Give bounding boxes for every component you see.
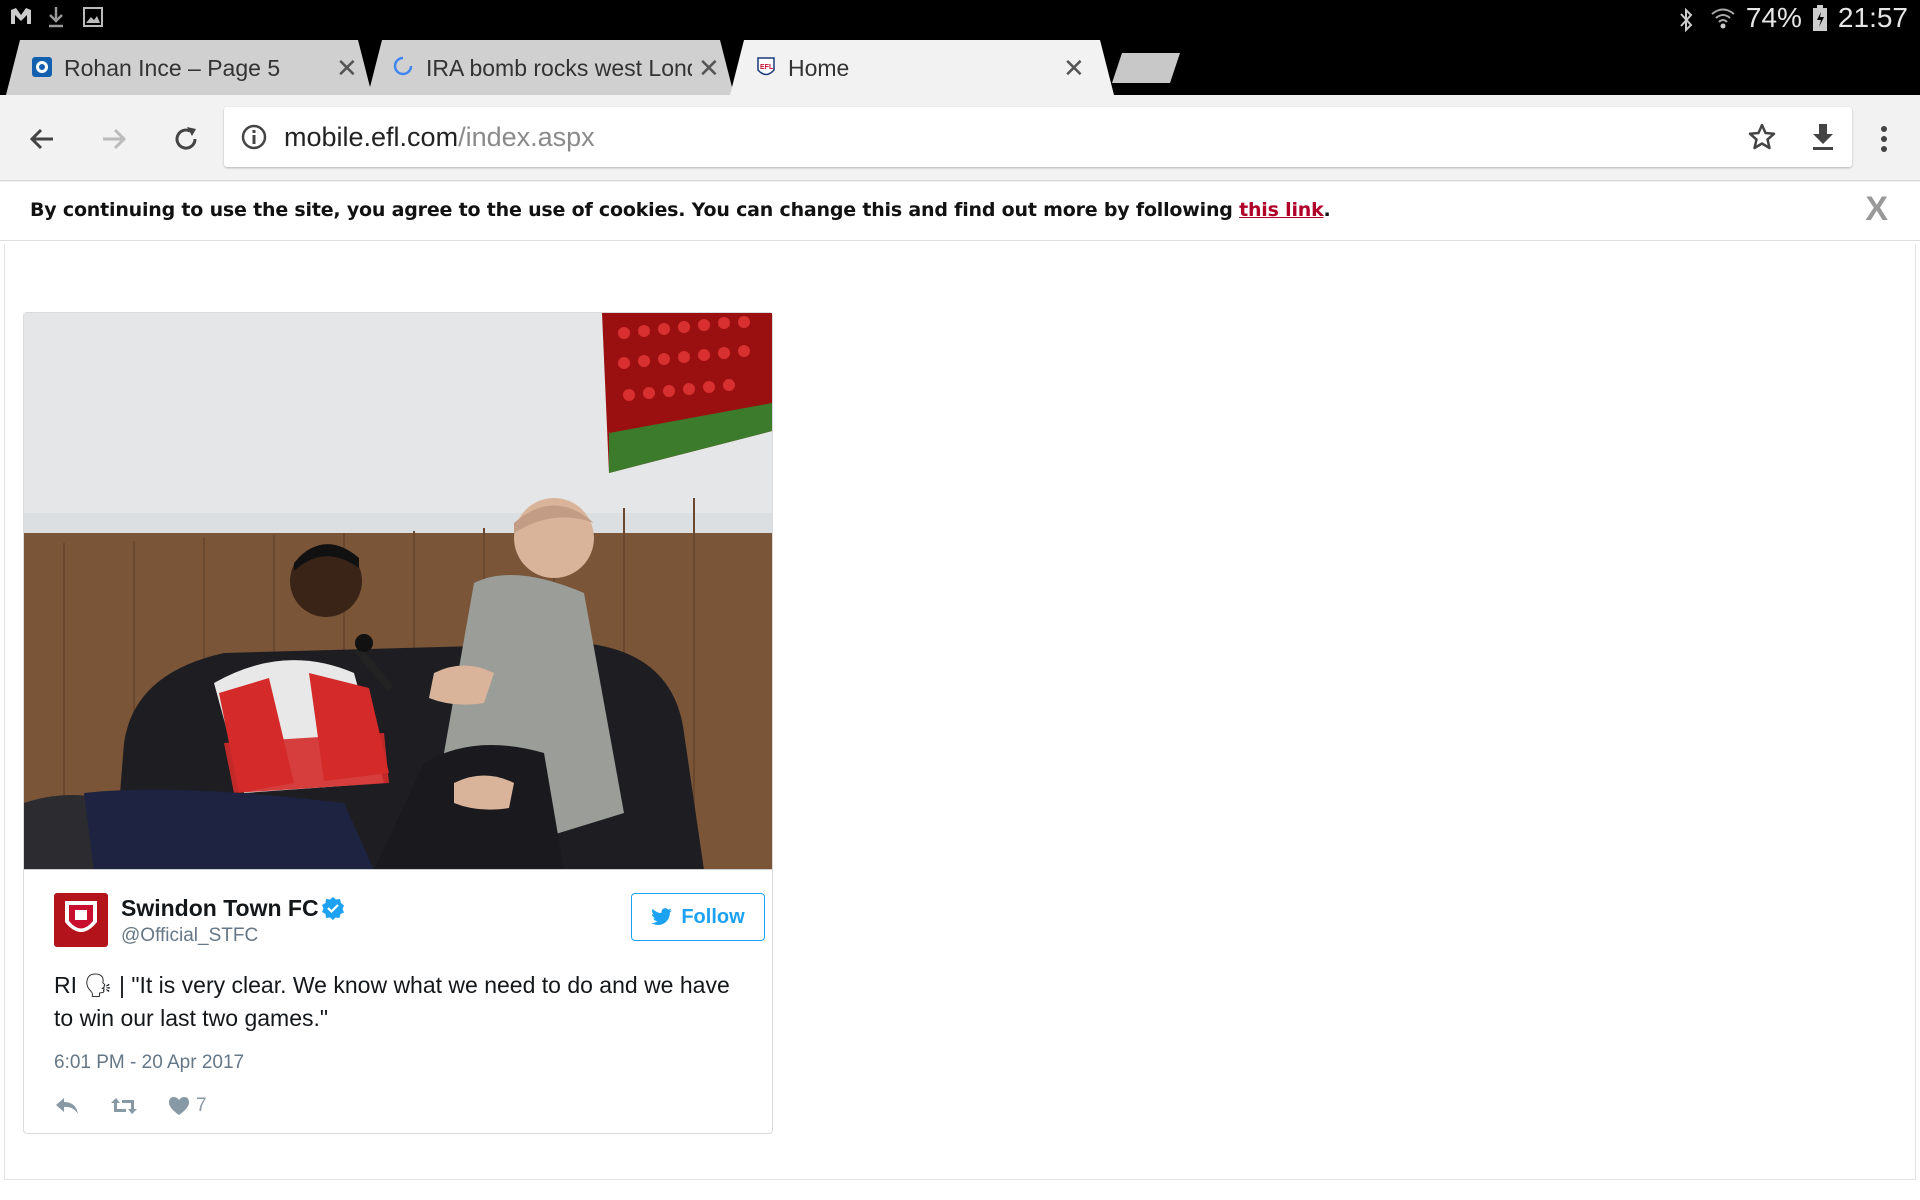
verified-badge-icon [321, 896, 345, 920]
image-icon [82, 6, 104, 28]
tweet-text: RI 🗣 | "It is very clear. We know what w… [54, 972, 730, 1031]
url-text[interactable]: mobile.efl.com/index.aspx [284, 122, 595, 153]
reply-button[interactable] [54, 1096, 80, 1116]
follow-button[interactable]: Follow [631, 893, 765, 941]
tweet-timestamp[interactable]: 6:01 PM - 20 Apr 2017 [54, 1052, 244, 1074]
follow-label: Follow [681, 905, 745, 928]
tab-close-icon[interactable]: ✕ [336, 53, 358, 84]
menu-button[interactable] [1864, 117, 1904, 161]
efl-favicon-icon: EFL [756, 57, 776, 77]
loading-spinner-icon [392, 55, 414, 77]
bookmark-star-icon[interactable] [1746, 121, 1778, 153]
download-icon [46, 6, 68, 28]
reply-icon [56, 1098, 78, 1114]
browser-toolbar: mobile.efl.com/index.aspx [0, 95, 1920, 181]
forward-button[interactable] [92, 117, 136, 161]
info-icon[interactable] [238, 121, 270, 153]
url-host: mobile.efl.com [284, 122, 459, 152]
tab-rohan-ince[interactable]: Rohan Ince – Page 5 ✕ [6, 40, 372, 95]
cookie-banner: By continuing to use the site, you agree… [0, 182, 1920, 241]
tab-title: IRA bomb rocks west London [426, 55, 687, 81]
tab-close-icon[interactable]: ✕ [698, 53, 720, 84]
url-path: /index.aspx [458, 122, 595, 152]
retweet-icon [111, 1098, 137, 1114]
reload-icon [175, 127, 197, 150]
like-count: 7 [196, 1095, 207, 1116]
cookie-suffix: . [1323, 199, 1331, 221]
battery-icon [1812, 4, 1828, 32]
tab-home[interactable]: EFL Home ✕ [730, 40, 1114, 95]
account-name[interactable]: Swindon Town FC [121, 895, 319, 922]
svg-text:EFL: EFL [760, 64, 774, 71]
download-page-icon[interactable] [1807, 121, 1839, 153]
tweet-actions: 7 [54, 1095, 207, 1117]
account-avatar[interactable] [54, 893, 108, 947]
swindon-crest-icon [65, 901, 97, 932]
back-arrow-icon [29, 128, 53, 150]
account-handle[interactable]: @Official_STFC [121, 925, 258, 947]
cookie-policy-link[interactable]: this link [1239, 199, 1324, 221]
clock: 21:57 [1837, 2, 1908, 33]
new-tab-button[interactable] [1112, 53, 1180, 83]
wifi-icon [1710, 5, 1736, 31]
cookie-text: By continuing to use the site, you agree… [30, 199, 1240, 221]
forward-arrow-icon [103, 128, 127, 150]
battery-percent: 74% [1745, 2, 1802, 33]
tweet-photo[interactable] [24, 313, 772, 870]
embedded-tweet: Swindon Town FC @Official_STFC Follow RI… [23, 312, 773, 1134]
reload-button[interactable] [164, 117, 208, 161]
interview-photo [24, 313, 772, 869]
cookie-message: By continuing to use the site, you agree… [30, 199, 1331, 221]
bluetooth-icon [1678, 7, 1700, 33]
heart-icon [169, 1097, 189, 1115]
more-vertical-icon [1881, 126, 1887, 152]
tab-title: Home [788, 55, 850, 81]
twitter-bird-icon [651, 908, 673, 926]
status-bar: 74% 21:57 [0, 0, 1920, 37]
cookie-close-button[interactable]: X [1865, 190, 1888, 229]
tab-ira-bomb[interactable]: IRA bomb rocks west London ✕ [368, 40, 734, 95]
retweet-button[interactable] [110, 1096, 138, 1116]
brighton-favicon-icon [32, 57, 52, 77]
like-button[interactable]: 7 [168, 1095, 207, 1117]
address-bar[interactable]: mobile.efl.com/index.aspx [224, 107, 1852, 167]
tab-strip: Rohan Ince – Page 5 ✕ IRA bomb rocks wes… [0, 37, 1920, 95]
back-button[interactable] [20, 117, 64, 161]
tab-close-icon[interactable]: ✕ [1063, 53, 1085, 84]
mail-app-icon [10, 6, 32, 28]
tab-title: Rohan Ince – Page 5 [64, 55, 281, 81]
